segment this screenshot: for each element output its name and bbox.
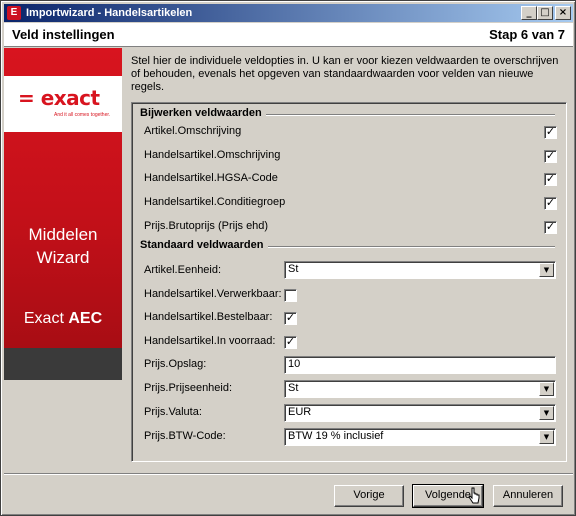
- wizard-name-line1: Middelen: [28, 225, 98, 244]
- previous-button[interactable]: Vorige: [334, 485, 404, 507]
- product-prefix: Exact: [23, 310, 64, 327]
- field-label: Prijs.Brutoprijs (Prijs ehd): [144, 220, 269, 232]
- chevron-down-icon[interactable]: ▼: [539, 263, 554, 277]
- wizard-name: Middelen Wizard: [4, 223, 122, 269]
- field-label: Artikel.Omschrijving: [144, 125, 242, 137]
- field-label: Prijs.Opslag:: [144, 358, 207, 370]
- field-label: Handelsartikel.In voorraad:: [144, 335, 276, 347]
- field-label: Prijs.Prijseenheid:: [144, 382, 233, 394]
- window-title: Importwizard - Handelsartikelen: [26, 7, 193, 19]
- product-suffix: AEC: [68, 310, 103, 327]
- update-handelsartikel-omschrijving-checkbox[interactable]: ✓: [544, 150, 557, 163]
- footer-divider: [4, 473, 573, 475]
- field-label: Handelsartikel.Bestelbaar:: [144, 311, 273, 323]
- eenheid-select[interactable]: St ▼: [284, 261, 556, 279]
- exact-logo: = exact: [18, 86, 100, 110]
- select-value: BTW 19 % inclusief: [288, 430, 384, 442]
- field-label: Handelsartikel.HGSA-Code: [144, 172, 278, 184]
- intro-text: Stel hier de individuele veldopties in. …: [131, 55, 559, 93]
- field-label: Artikel.Eenheid:: [144, 264, 222, 276]
- step-indicator: Stap 6 van 7: [489, 27, 565, 42]
- title-bar: E Importwizard - Handelsartikelen _ □ ×: [4, 4, 573, 22]
- logo-card: = exact And it all comes together.: [4, 76, 122, 132]
- btw-code-select[interactable]: BTW 19 % inclusief ▼: [284, 428, 556, 446]
- bestelbaar-checkbox[interactable]: ✓: [284, 312, 297, 325]
- close-button[interactable]: ×: [555, 6, 571, 20]
- select-value: EUR: [288, 406, 312, 418]
- update-conditiegroep-checkbox[interactable]: ✓: [544, 197, 557, 210]
- side-banner: = exact And it all comes together. Midde…: [4, 48, 122, 348]
- default-group-title: Standaard veldwaarden: [140, 239, 268, 251]
- in-voorraad-checkbox[interactable]: ✓: [284, 336, 297, 349]
- field-label: Handelsartikel.Conditiegroep: [144, 196, 286, 208]
- wizard-side-panel: = exact And it all comes together. Midde…: [4, 48, 122, 380]
- chevron-down-icon[interactable]: ▼: [539, 406, 554, 420]
- field-label: Handelsartikel.Verwerkbaar:: [144, 288, 282, 300]
- update-hgsa-code-checkbox[interactable]: ✓: [544, 173, 557, 186]
- valuta-select[interactable]: EUR ▼: [284, 404, 556, 422]
- select-value: St: [288, 382, 299, 394]
- update-group-title: Bijwerken veldwaarden: [140, 107, 266, 119]
- exact-app-icon: E: [7, 6, 21, 20]
- minimize-button[interactable]: _: [521, 6, 537, 20]
- field-label: Handelsartikel.Omschrijving: [144, 149, 281, 161]
- step-header: Veld instellingen Stap 6 van 7: [4, 23, 573, 47]
- chevron-down-icon[interactable]: ▼: [539, 430, 554, 444]
- verwerkbaar-checkbox[interactable]: [284, 289, 297, 302]
- product-name: Exact AEC: [4, 310, 122, 328]
- mouse-pointer-icon: [468, 487, 480, 504]
- fields-panel[interactable]: Bijwerken veldwaarden Artikel.Omschrijvi…: [131, 102, 567, 462]
- chevron-down-icon[interactable]: ▼: [539, 382, 554, 396]
- update-brutoprijs-checkbox[interactable]: ✓: [544, 221, 557, 234]
- field-label: Prijs.Valuta:: [144, 406, 202, 418]
- step-title: Veld instellingen: [12, 27, 115, 42]
- opslag-input[interactable]: 10: [284, 356, 556, 374]
- update-artikel-omschrijving-checkbox[interactable]: ✓: [544, 126, 557, 139]
- logo-tagline: And it all comes together.: [54, 112, 111, 118]
- wizard-name-line2: Wizard: [36, 248, 90, 267]
- wizard-window: E Importwizard - Handelsartikelen _ □ × …: [0, 0, 576, 516]
- select-value: St: [288, 263, 299, 275]
- content-area: Stel hier de individuele veldopties in. …: [122, 48, 573, 468]
- cancel-button[interactable]: Annuleren: [493, 485, 563, 507]
- field-label: Prijs.BTW-Code:: [144, 430, 226, 442]
- maximize-button[interactable]: □: [537, 6, 553, 20]
- prijseenheid-select[interactable]: St ▼: [284, 380, 556, 398]
